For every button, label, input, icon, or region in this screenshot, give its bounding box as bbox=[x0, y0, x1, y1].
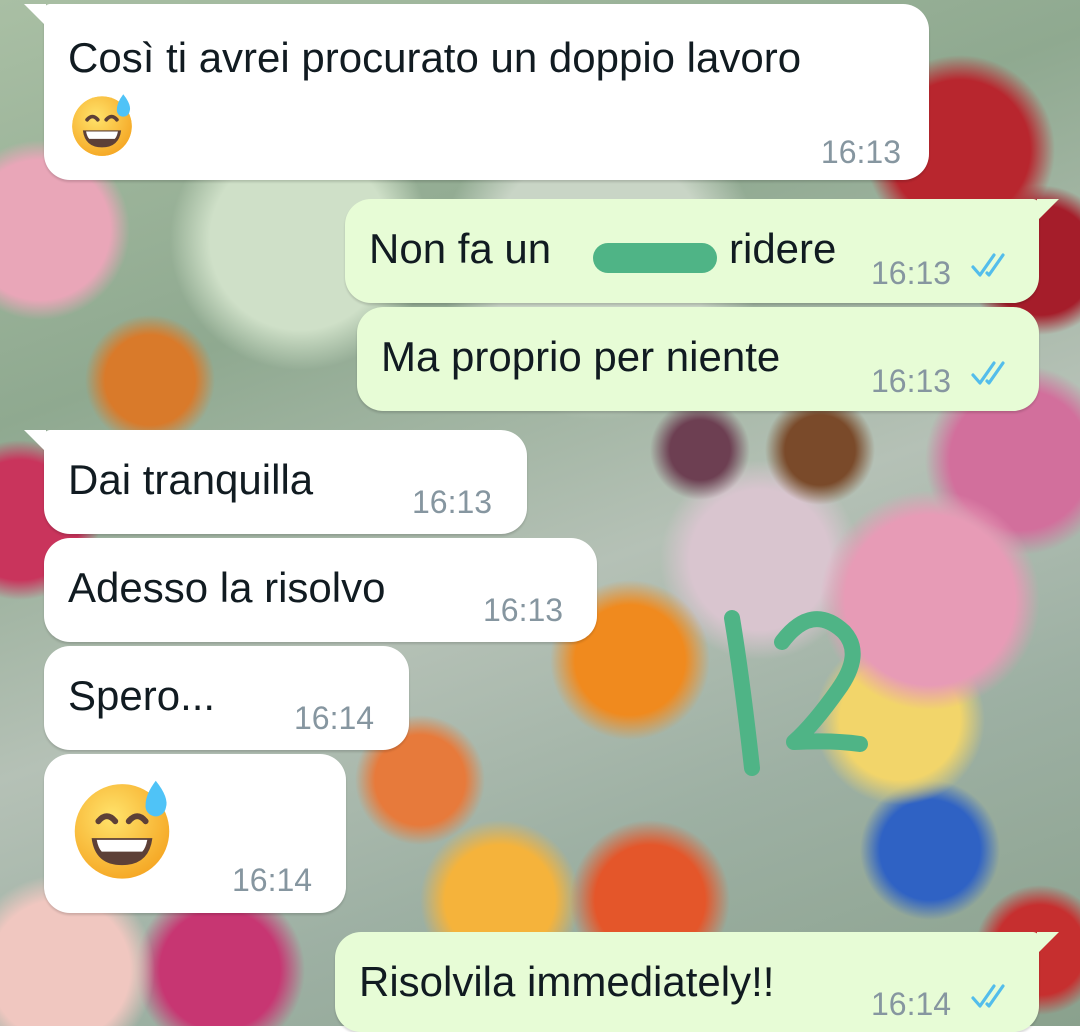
message-bubble-incoming[interactable]: Dai tranquilla 16:13 bbox=[24, 430, 527, 534]
message-text-end: ridere bbox=[729, 225, 837, 272]
message-bubble-incoming[interactable]: Spero... 16:14 bbox=[44, 646, 409, 750]
grinning-face-with-sweat-icon bbox=[74, 780, 170, 879]
message-timestamp: 16:13 bbox=[483, 592, 564, 628]
message-text: Ma proprio per niente bbox=[381, 333, 781, 380]
read-receipt-icon bbox=[971, 984, 1005, 1008]
censored-word-mark bbox=[593, 243, 717, 273]
message-timestamp: 16:13 bbox=[871, 255, 952, 291]
handwritten-annotation: 12 bbox=[724, 610, 868, 776]
message-bubble-outgoing[interactable]: Non fa un ridere 16:13 bbox=[345, 199, 1059, 303]
message-bubble-incoming[interactable]: Adesso la risolvo 16:13 bbox=[44, 538, 597, 642]
message-text: Così ti avrei procurato un doppio lavoro bbox=[68, 34, 802, 81]
message-text: Spero... bbox=[68, 672, 216, 719]
message-bubble-outgoing[interactable]: Risolvila immediately!! 16:14 bbox=[335, 932, 1059, 1032]
message-text: Dai tranquilla bbox=[68, 456, 314, 503]
message-bubble-incoming[interactable]: 16:14 bbox=[44, 754, 346, 913]
grinning-face-with-sweat-icon bbox=[72, 94, 132, 156]
read-receipt-icon bbox=[971, 253, 1005, 277]
read-receipt-icon bbox=[971, 361, 1005, 385]
message-bubble-incoming[interactable]: Così ti avrei procurato un doppio lavoro… bbox=[24, 4, 929, 180]
message-timestamp: 16:14 bbox=[871, 986, 952, 1022]
message-timestamp: 16:13 bbox=[871, 363, 952, 399]
message-bubble-outgoing[interactable]: Ma proprio per niente 16:13 bbox=[357, 307, 1039, 411]
message-text: Adesso la risolvo bbox=[68, 564, 386, 611]
message-text-start: Non fa un bbox=[369, 225, 552, 272]
message-timestamp: 16:14 bbox=[294, 700, 375, 736]
message-text: Risolvila immediately!! bbox=[359, 958, 775, 1005]
message-timestamp: 16:13 bbox=[820, 134, 901, 170]
message-timestamp: 16:13 bbox=[412, 484, 493, 520]
message-timestamp: 16:14 bbox=[232, 862, 313, 898]
